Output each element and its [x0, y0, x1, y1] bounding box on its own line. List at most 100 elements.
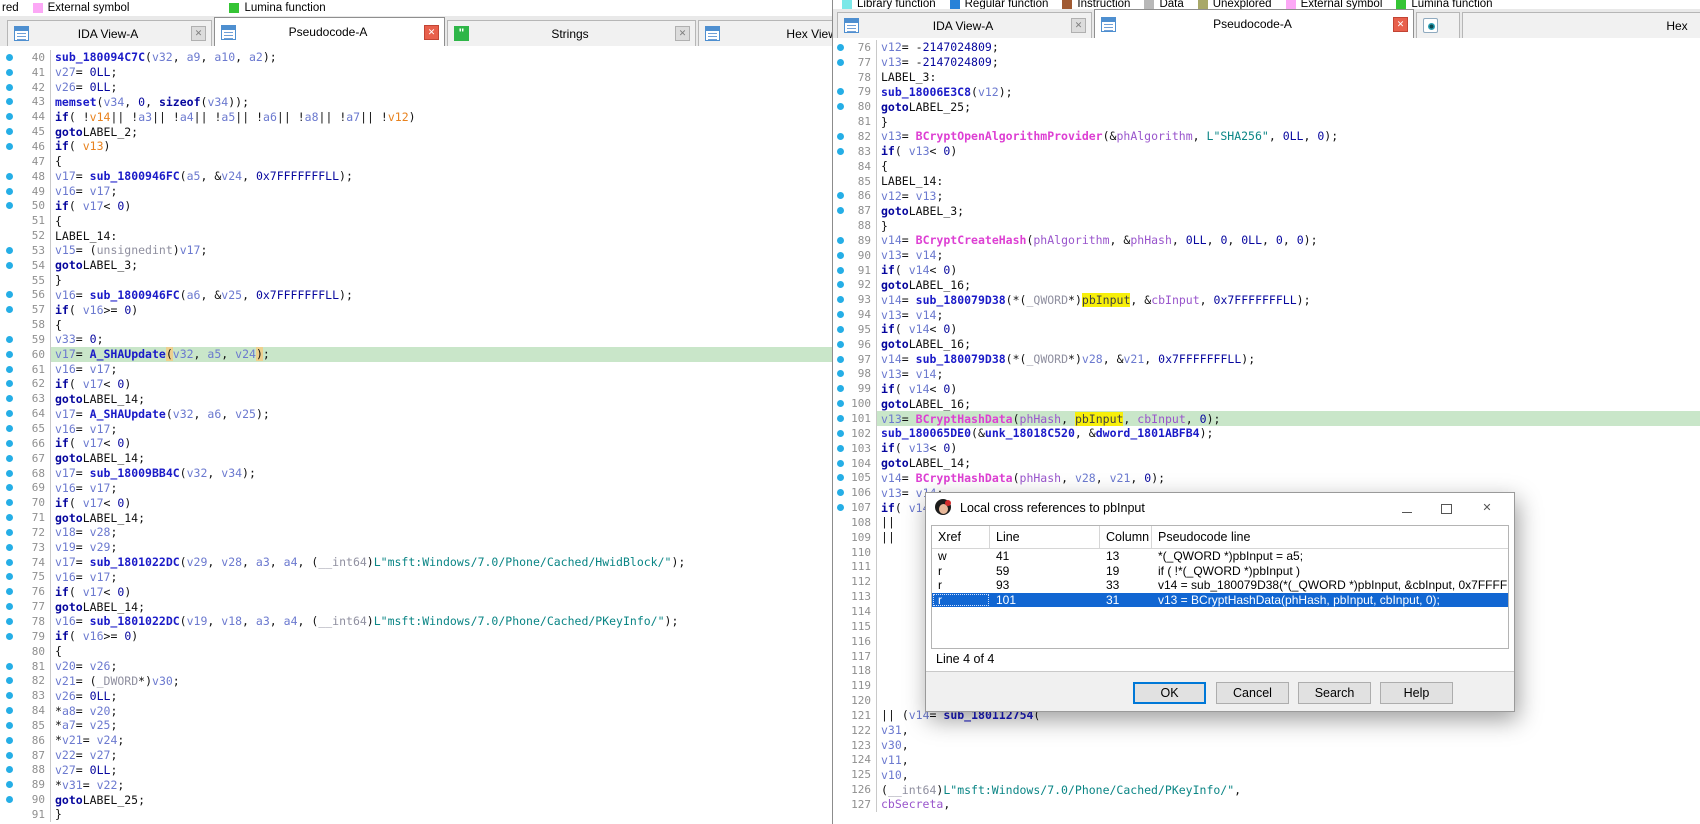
- breakpoint-dot[interactable]: [833, 248, 848, 263]
- xref-row[interactable]: r10131v13 = BCryptHashData(phHash, pbInp…: [932, 593, 1508, 608]
- code-line[interactable]: 93 v14 = sub_180079D38(*(_QWORD *)pbInpu…: [833, 292, 1700, 307]
- xref-column-header[interactable]: Column: [1100, 526, 1152, 548]
- close-icon[interactable]: ✕: [675, 26, 690, 41]
- breakpoint-dot[interactable]: [0, 65, 18, 80]
- code-line[interactable]: 89 *v31 = v22;: [0, 777, 832, 792]
- xref-column-header[interactable]: Line: [990, 526, 1100, 548]
- code-line[interactable]: 48 v17 = sub_1800946FC(a5, &v24, 0x7FFFF…: [0, 169, 832, 184]
- breakpoint-dot[interactable]: [0, 80, 18, 95]
- breakpoint-dot[interactable]: [0, 733, 18, 748]
- tab-eye[interactable]: [1416, 12, 1460, 38]
- breakpoint-dot[interactable]: [0, 436, 18, 451]
- breakpoint-dot[interactable]: [833, 263, 848, 278]
- code-line[interactable]: 81 v20 = v26;: [0, 659, 832, 674]
- breakpoint-dot[interactable]: [0, 391, 18, 406]
- code-line[interactable]: 87 goto LABEL_3;: [833, 203, 1700, 218]
- minimize-button[interactable]: [1400, 502, 1414, 516]
- code-line[interactable]: 79 sub_18006E3C8(v12);: [833, 85, 1700, 100]
- code-line[interactable]: 65 v16 = v17;: [0, 421, 832, 436]
- search-button[interactable]: Search: [1298, 682, 1371, 704]
- breakpoint-dot[interactable]: [0, 495, 18, 510]
- breakpoint-dot[interactable]: [833, 352, 848, 367]
- code-line[interactable]: 44 if ( !v14 || !a3 || !a4 || !a5 || !a6…: [0, 109, 832, 124]
- breakpoint-dot[interactable]: [833, 129, 848, 144]
- code-line[interactable]: 50 if ( v17 < 0 ): [0, 198, 832, 213]
- breakpoint-dot[interactable]: [0, 243, 18, 258]
- breakpoint-dot[interactable]: [0, 50, 18, 65]
- code-line[interactable]: 55 }: [0, 273, 832, 288]
- breakpoint-dot[interactable]: [0, 95, 18, 110]
- pseudocode-pane-left[interactable]: 40 sub_180094C7C(v32, a9, a10, a2);41 v2…: [0, 46, 832, 824]
- code-line[interactable]: 41 v27 = 0LL;: [0, 65, 832, 80]
- breakpoint-dot[interactable]: [833, 203, 848, 218]
- breakpoint-dot[interactable]: [0, 673, 18, 688]
- dialog-title-bar[interactable]: Local cross references to pbInput ✕: [926, 493, 1514, 523]
- code-line[interactable]: 102 sub_180065DE0(&unk_18018C520, &dword…: [833, 426, 1700, 441]
- code-line[interactable]: 97 v14 = sub_180079D38(*(_QWORD *)v28, &…: [833, 352, 1700, 367]
- breakpoint-dot[interactable]: [0, 302, 18, 317]
- breakpoint-dot[interactable]: [833, 292, 848, 307]
- code-line[interactable]: 104 goto LABEL_14;: [833, 456, 1700, 471]
- code-line[interactable]: 51 {: [0, 213, 832, 228]
- code-line[interactable]: 122 v31,: [833, 723, 1700, 738]
- code-line[interactable]: 45 goto LABEL_2;: [0, 124, 832, 139]
- xref-row[interactable]: r5919if ( !*(_QWORD *)pbInput ): [932, 564, 1508, 579]
- breakpoint-dot[interactable]: [0, 421, 18, 436]
- code-line[interactable]: 85 *a7 = v25;: [0, 718, 832, 733]
- xref-row[interactable]: r9333v14 = sub_180079D38(*(_QWORD *)pbIn…: [932, 578, 1508, 593]
- code-line[interactable]: 64 v17 = A_SHAUpdate(v32, a6, v25);: [0, 406, 832, 421]
- code-line[interactable]: 73 v19 = v29;: [0, 540, 832, 555]
- code-line[interactable]: 77 v13 = -2147024809;: [833, 55, 1700, 70]
- code-line[interactable]: 88 }: [833, 218, 1700, 233]
- breakpoint-dot[interactable]: [833, 456, 848, 471]
- code-line[interactable]: 68 v17 = sub_18009BB4C(v32, v34);: [0, 466, 832, 481]
- code-line[interactable]: 80 goto LABEL_25;: [833, 99, 1700, 114]
- code-line[interactable]: 78LABEL_3:: [833, 70, 1700, 85]
- code-line[interactable]: 90 v13 = v14;: [833, 248, 1700, 263]
- breakpoint-dot[interactable]: [0, 258, 18, 273]
- code-line[interactable]: 103 if ( v13 < 0 ): [833, 441, 1700, 456]
- breakpoint-dot[interactable]: [0, 347, 18, 362]
- breakpoint-dot[interactable]: [0, 377, 18, 392]
- breakpoint-dot[interactable]: [833, 381, 848, 396]
- breakpoint-dot[interactable]: [0, 659, 18, 674]
- code-line[interactable]: 71 goto LABEL_14;: [0, 510, 832, 525]
- tab-strings[interactable]: "Strings✕: [447, 20, 696, 46]
- code-line[interactable]: 82 v13 = BCryptOpenAlgorithmProvider(&ph…: [833, 129, 1700, 144]
- code-line[interactable]: 62 if ( v17 < 0 ): [0, 377, 832, 392]
- close-icon[interactable]: ✕: [1480, 502, 1494, 516]
- code-line[interactable]: 126 (__int64)L"msft:Windows/7.0/Phone/Ca…: [833, 782, 1700, 797]
- breakpoint-dot[interactable]: [833, 278, 848, 293]
- xref-table[interactable]: XrefLineColumnPseudocode line w4113*(_QW…: [931, 525, 1509, 649]
- code-line[interactable]: 92 goto LABEL_16;: [833, 278, 1700, 293]
- code-line[interactable]: 84 *a8 = v20;: [0, 703, 832, 718]
- code-line[interactable]: 53 v15 = (unsigned int)v17;: [0, 243, 832, 258]
- breakpoint-dot[interactable]: [833, 85, 848, 100]
- breakpoint-dot[interactable]: [833, 55, 848, 70]
- code-line[interactable]: 66 if ( v17 < 0 ): [0, 436, 832, 451]
- code-line[interactable]: 127 cbSecreta,: [833, 797, 1700, 812]
- breakpoint-dot[interactable]: [0, 763, 18, 778]
- code-line[interactable]: 82 v21 = (_DWORD *)v30;: [0, 673, 832, 688]
- tab-ida-view-a[interactable]: IDA View-A✕: [7, 20, 212, 46]
- code-line[interactable]: 99 if ( v14 < 0 ): [833, 381, 1700, 396]
- breakpoint-dot[interactable]: [0, 510, 18, 525]
- code-line[interactable]: 124 v11,: [833, 753, 1700, 768]
- code-line[interactable]: 79 if ( v16 >= 0 ): [0, 629, 832, 644]
- breakpoint-dot[interactable]: [0, 451, 18, 466]
- window-split-border[interactable]: [832, 0, 833, 824]
- breakpoint-dot[interactable]: [833, 367, 848, 382]
- code-line[interactable]: 89 v14 = BCryptCreateHash(phAlgorithm, &…: [833, 233, 1700, 248]
- code-line[interactable]: 123 v30,: [833, 738, 1700, 753]
- cancel-button[interactable]: Cancel: [1216, 682, 1289, 704]
- code-line[interactable]: 43 memset(v34, 0, sizeof(v34));: [0, 95, 832, 110]
- breakpoint-dot[interactable]: [0, 703, 18, 718]
- help-button[interactable]: Help: [1380, 682, 1453, 704]
- tab-ida-view-a[interactable]: IDA View-A✕: [837, 12, 1092, 38]
- breakpoint-dot[interactable]: [0, 288, 18, 303]
- code-line[interactable]: 91 }: [0, 807, 832, 822]
- breakpoint-dot[interactable]: [0, 584, 18, 599]
- code-line[interactable]: 58 {: [0, 317, 832, 332]
- breakpoint-dot[interactable]: [0, 614, 18, 629]
- breakpoint-dot[interactable]: [833, 99, 848, 114]
